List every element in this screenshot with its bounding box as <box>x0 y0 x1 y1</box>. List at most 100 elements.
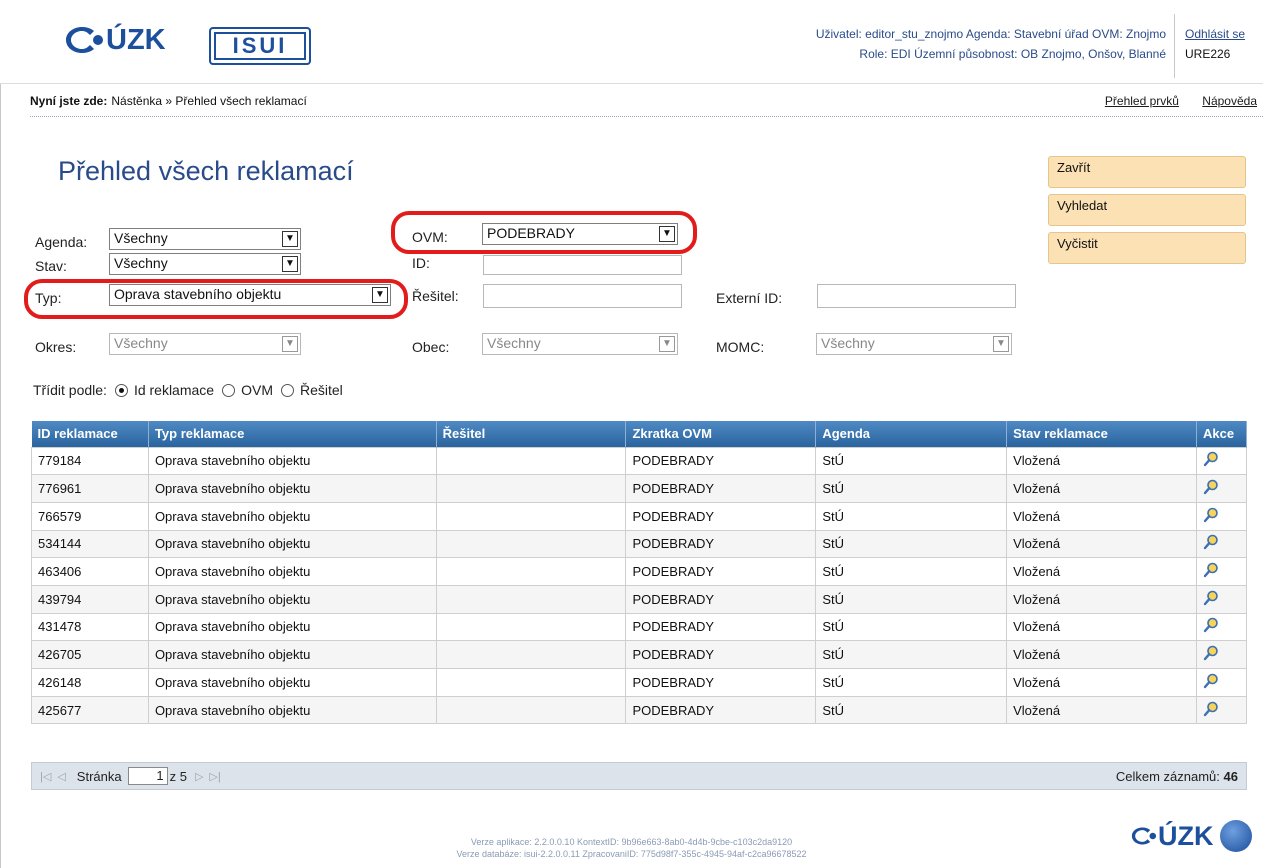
table-row[interactable]: 426705 Oprava stavebního objektu PODEBRADY… <box>31 640 1248 669</box>
magnifier-icon[interactable] <box>1203 451 1219 470</box>
table-row[interactable]: 463406 Oprava stavebního objektu PODEBRADY… <box>31 557 1248 586</box>
table-cell <box>435 612 627 642</box>
momc-select[interactable]: Všechny ▼ <box>816 333 1012 355</box>
magnifier-icon[interactable] <box>1203 534 1219 553</box>
table-cell: Oprava stavebního objektu <box>147 446 437 476</box>
table-cell: StÚ <box>815 501 1008 531</box>
table-cell: Vložená <box>1006 668 1197 697</box>
okres-select[interactable]: Všechny ▼ <box>109 333 301 355</box>
table-cell: 431478 <box>31 612 149 642</box>
table-cell: 426705 <box>31 640 149 669</box>
search-button[interactable]: Vyhledat <box>1048 194 1246 226</box>
table-cell: StÚ <box>815 695 1008 725</box>
next-page-icon[interactable]: ▷ <box>195 770 203 783</box>
magnifier-icon[interactable] <box>1203 562 1219 581</box>
column-header[interactable]: Zkratka OVM <box>625 421 817 447</box>
breadcrumb-links: Přehled prvků Nápověda <box>1085 94 1257 108</box>
column-header[interactable]: Typ reklamace <box>148 421 437 447</box>
sort-radio-id[interactable] <box>114 383 128 397</box>
table-cell: Vložená <box>1006 695 1197 725</box>
table-cell: 439794 <box>31 584 149 614</box>
last-page-icon[interactable]: ▷| <box>209 770 220 783</box>
typ-select-value: Oprava stavebního objektu <box>114 286 282 302</box>
momc-label: MOMC: <box>716 339 765 355</box>
table-row[interactable]: 534144 Oprava stavebního objektu PODEBRADY… <box>31 529 1248 559</box>
magnifier-icon[interactable] <box>1203 645 1219 664</box>
chevron-down-icon: ▼ <box>372 287 388 303</box>
table-cell: Vložená <box>1006 529 1197 559</box>
table-cell: Oprava stavebního objektu <box>147 557 437 586</box>
table-cell: 463406 <box>31 557 149 586</box>
magnifier-icon[interactable] <box>1203 673 1219 692</box>
magnifier-icon[interactable] <box>1203 507 1219 526</box>
table-row[interactable]: 426148 Oprava stavebního objektu PODEBRADY… <box>31 668 1248 697</box>
footer-app-version: Verze aplikace: 2.2.0.0.10 KontextID: 9b… <box>470 837 793 847</box>
table-cell-action <box>1195 501 1248 531</box>
table-cell: StÚ <box>815 640 1008 669</box>
app-header: ÚZK ISUI Uživatel: editor_stu_znojmo Age… <box>0 0 1263 84</box>
externi-id-label: Externí ID: <box>716 290 783 306</box>
help-link[interactable]: Nápověda <box>1202 94 1257 108</box>
magnifier-icon[interactable] <box>1203 701 1219 720</box>
table-cell <box>435 529 627 559</box>
close-button[interactable]: Zavřít <box>1048 156 1246 188</box>
table-row[interactable]: 779184 Oprava stavebního objektu PODEBRADY… <box>31 446 1248 476</box>
table-row[interactable]: 425677 Oprava stavebního objektu PODEBRADY… <box>31 695 1248 725</box>
externi-id-input[interactable] <box>817 284 1016 308</box>
sort-radio-resitel[interactable] <box>280 383 294 397</box>
obec-select-value: Všechny <box>487 335 541 351</box>
cuzk-logo: ÚZK <box>60 24 166 56</box>
id-input[interactable] <box>483 255 682 275</box>
column-header[interactable]: ID reklamace <box>31 421 149 447</box>
table-row[interactable]: 776961 Oprava stavebního objektu PODEBRADY… <box>31 474 1248 503</box>
table-cell: PODEBRADY <box>625 557 817 586</box>
resitel-input[interactable] <box>483 284 682 308</box>
table-cell: Vložená <box>1006 640 1197 669</box>
breadcrumb-path: Nástěnka » Přehled všech reklamací <box>111 94 307 108</box>
table-cell: StÚ <box>815 557 1008 586</box>
obec-label: Obec: <box>412 339 450 355</box>
magnifier-icon[interactable] <box>1203 479 1219 498</box>
obec-select[interactable]: Všechny ▼ <box>482 333 678 355</box>
table-row[interactable]: 431478 Oprava stavebního objektu PODEBRADY… <box>31 612 1248 642</box>
user-info-line2: Role: EDI Územní působnost: OB Znojmo, O… <box>859 47 1166 61</box>
footer-logo-text: ÚZK <box>1158 820 1214 851</box>
table-cell <box>435 584 627 614</box>
footer-version-info: Verze aplikace: 2.2.0.0.10 KontextID: 9b… <box>0 836 1263 860</box>
table-cell: PODEBRADY <box>625 529 817 559</box>
column-header[interactable]: Agenda <box>815 421 1008 447</box>
page-input[interactable]: 1 <box>127 767 168 785</box>
chevron-down-icon: ▼ <box>282 231 298 247</box>
column-header[interactable]: Stav reklamace <box>1006 421 1197 447</box>
column-header[interactable]: Řešitel <box>436 421 627 447</box>
table-row[interactable]: 439794 Oprava stavebního objektu PODEBRADY… <box>31 584 1248 614</box>
stav-select[interactable]: Všechny ▼ <box>109 253 301 275</box>
chevron-down-icon: ▼ <box>993 336 1009 352</box>
overview-link[interactable]: Přehled prvků <box>1105 94 1179 108</box>
ovm-select[interactable]: PODEBRADY ▼ <box>482 223 678 245</box>
table-cell-action <box>1195 640 1248 669</box>
table-cell-action <box>1195 557 1248 586</box>
typ-select[interactable]: Oprava stavebního objektu ▼ <box>109 284 391 306</box>
first-page-icon[interactable]: |◁ <box>40 770 51 783</box>
agenda-select[interactable]: Všechny ▼ <box>109 228 301 250</box>
table-cell: PODEBRADY <box>625 501 817 531</box>
page-title: Přehled všech reklamací <box>58 156 354 186</box>
logout-link[interactable]: Odhlásit se <box>1185 24 1245 44</box>
magnifier-icon[interactable] <box>1203 590 1219 609</box>
isui-logo-text: ISUI <box>232 33 288 58</box>
sort-radio-ovm[interactable] <box>222 383 236 397</box>
isui-logo: ISUI <box>209 27 311 65</box>
user-info: Uživatel: editor_stu_znojmo Agenda: Stav… <box>816 24 1166 64</box>
window-left-border <box>0 0 1 868</box>
table-cell: Vložená <box>1006 557 1197 586</box>
column-header[interactable]: Akce <box>1196 421 1248 447</box>
table-cell: PODEBRADY <box>625 640 817 669</box>
table-row[interactable]: 766579 Oprava stavebního objektu PODEBRADY… <box>31 501 1248 531</box>
okres-select-value: Všechny <box>114 335 168 351</box>
clear-button[interactable]: Vyčistit <box>1048 232 1246 264</box>
magnifier-icon[interactable] <box>1203 617 1219 636</box>
cuzk-emblem-icon <box>1131 827 1157 845</box>
prev-page-icon[interactable]: ◁ <box>57 770 65 783</box>
chevron-down-icon: ▼ <box>659 226 675 242</box>
